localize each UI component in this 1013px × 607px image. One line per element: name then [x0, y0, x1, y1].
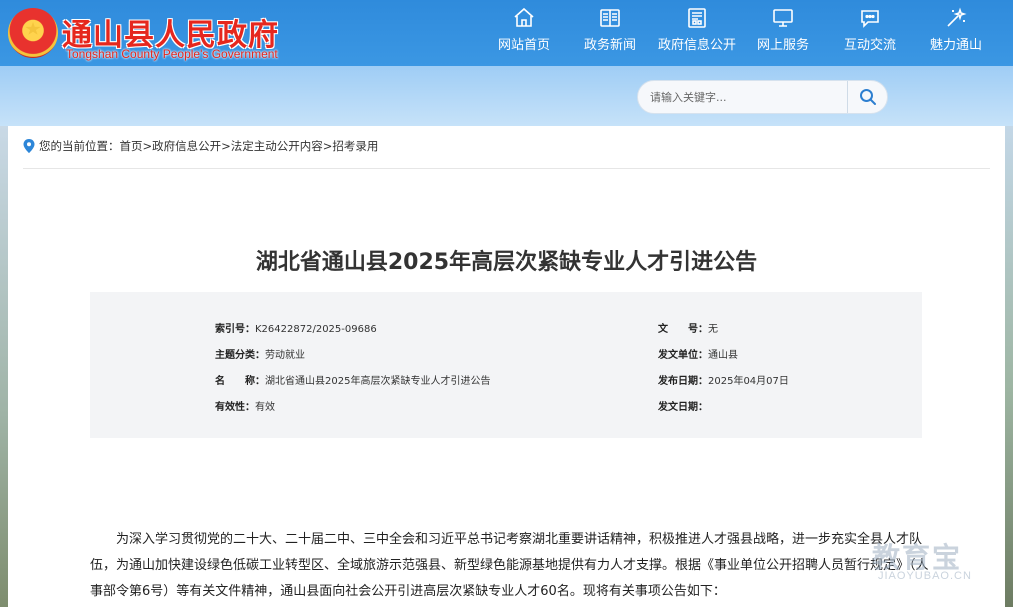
nav-item-interaction[interactable]: 互动交流	[830, 4, 910, 62]
document-icon	[685, 6, 709, 30]
nav-label: 政务新闻	[570, 34, 650, 53]
site-logo[interactable]: 通山县人民政府 Tongshan County People's Governm…	[8, 6, 328, 62]
meta-category: 主题分类：劳动就业	[215, 346, 305, 360]
nav-item-charm-tongshan[interactable]: 魅力通山	[916, 4, 996, 62]
location-pin-icon	[23, 139, 35, 153]
breadcrumb-separator: >	[323, 139, 333, 153]
site-header: 通山县人民政府 Tongshan County People's Governm…	[0, 0, 1013, 66]
site-subtitle-en: Tongshan County People's Government	[66, 47, 278, 61]
search-button[interactable]	[847, 81, 887, 113]
nav-item-gov-info[interactable]: 政府信息公开	[656, 4, 738, 62]
article-title: 湖北省通山县2025年高层次紧缺专业人才引进公告	[8, 244, 1005, 276]
nav-label: 互动交流	[830, 34, 910, 53]
nav-label: 魅力通山	[916, 34, 996, 53]
background-scenery-left	[0, 126, 8, 607]
background-scenery-right	[1005, 126, 1013, 607]
article-body-paragraph: 为深入学习贯彻党的二十大、二十届二中、三中全会和习近平总书记考察湖北重要讲话精神…	[90, 527, 930, 605]
news-icon	[598, 6, 622, 30]
content-card: 您的当前位置： 首页 > 政府信息公开 > 法定主动公开内容 > 招考录用 湖北…	[8, 126, 1005, 607]
national-emblem-icon	[8, 8, 58, 58]
breadcrumb-recruitment[interactable]: 招考录用	[332, 138, 378, 154]
meta-name: 名 称：湖北省通山县2025年高层次紧缺专业人才引进公告	[215, 372, 490, 386]
breadcrumb-gov-info[interactable]: 政府信息公开	[152, 138, 221, 154]
nav-item-news[interactable]: 政务新闻	[570, 4, 650, 62]
chat-icon	[858, 6, 882, 30]
breadcrumb-separator: >	[143, 139, 153, 153]
meta-issuer: 发文单位：通山县	[658, 346, 738, 360]
banner	[0, 66, 1013, 126]
breadcrumb-prefix: 您的当前位置：	[39, 138, 120, 154]
document-meta-table: 索引号：K26422872/2025-09686 主题分类：劳动就业 名 称：湖…	[90, 292, 922, 438]
nav-label: 网上服务	[743, 34, 823, 53]
nav-label: 政府信息公开	[656, 34, 738, 53]
search-icon	[859, 88, 877, 106]
nav-label: 网站首页	[484, 34, 564, 53]
sparkle-icon	[944, 6, 968, 30]
meta-publish-date: 发布日期：2025年04月07日	[658, 372, 789, 386]
meta-validity: 有效性：有效	[215, 398, 275, 412]
meta-doc-number: 文 号：无	[658, 320, 718, 334]
meta-index: 索引号：K26422872/2025-09686	[215, 320, 377, 334]
breadcrumb: 您的当前位置： 首页 > 政府信息公开 > 法定主动公开内容 > 招考录用	[23, 138, 378, 154]
search-input[interactable]	[638, 81, 848, 113]
home-icon	[512, 6, 536, 30]
nav-item-home[interactable]: 网站首页	[484, 4, 564, 62]
nav-item-online-service[interactable]: 网上服务	[743, 4, 823, 62]
monitor-icon	[771, 6, 795, 30]
meta-issue-date: 发文日期：	[658, 398, 708, 412]
breadcrumb-separator: >	[221, 139, 231, 153]
search-box	[637, 80, 888, 114]
divider	[23, 168, 990, 169]
breadcrumb-home[interactable]: 首页	[120, 138, 143, 154]
breadcrumb-statutory[interactable]: 法定主动公开内容	[231, 138, 323, 154]
